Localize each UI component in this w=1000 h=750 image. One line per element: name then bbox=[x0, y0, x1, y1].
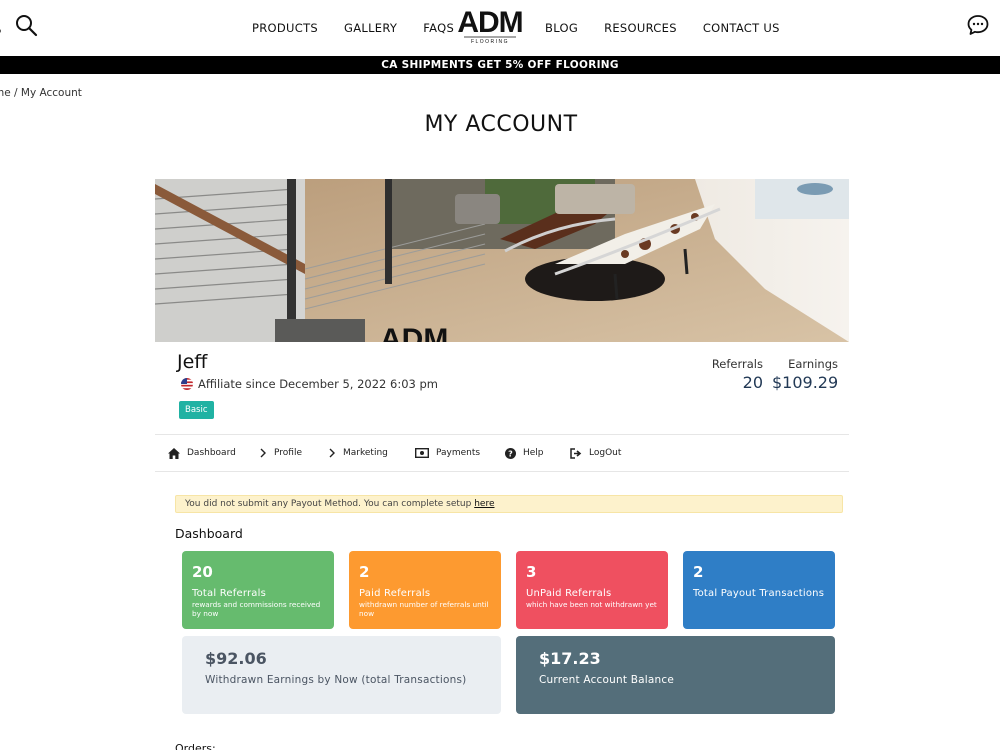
card-label: Paid Referrals bbox=[359, 588, 431, 599]
tab-logout[interactable]: LogOut bbox=[570, 435, 621, 471]
affiliate-name: Jeff bbox=[177, 351, 208, 373]
referrals-label: Referrals bbox=[711, 357, 763, 371]
notice-setup-link[interactable]: here bbox=[474, 499, 494, 509]
card-label: UnPaid Referrals bbox=[526, 588, 612, 599]
chevron-right-icon bbox=[328, 448, 336, 458]
notice-text: You did not submit any Payout Method. Yo… bbox=[185, 499, 475, 509]
withdrawn-amount: $92.06 bbox=[205, 649, 267, 668]
total-payout-transactions-card: 2 Total Payout Transactions bbox=[683, 551, 835, 629]
tab-help[interactable]: ? Help bbox=[505, 435, 544, 471]
svg-text:?: ? bbox=[508, 449, 513, 458]
nav-gallery[interactable]: GALLERY bbox=[344, 21, 397, 35]
adm-flooring-logo[interactable]: ADM FLOORING bbox=[448, 4, 532, 46]
card-label: Total Referrals bbox=[192, 588, 267, 599]
svg-text:FLOORING: FLOORING bbox=[471, 39, 509, 45]
card-number: 2 bbox=[359, 563, 370, 581]
card-subtext: which have been not withdrawn yet bbox=[526, 600, 657, 609]
logout-icon bbox=[570, 447, 582, 459]
tab-payments[interactable]: Payments bbox=[415, 435, 480, 471]
money-icon bbox=[415, 448, 429, 458]
tab-profile-label: Profile bbox=[274, 448, 302, 458]
tab-payments-label: Payments bbox=[436, 448, 481, 458]
referrals-stat: Referrals 20 bbox=[705, 357, 763, 392]
card-number: 3 bbox=[526, 563, 537, 581]
orders-heading: Orders: bbox=[175, 742, 216, 750]
breadcrumb[interactable]: me / My Account bbox=[0, 87, 82, 99]
card-subtext: withdrawn number of referrals until now bbox=[359, 600, 489, 618]
total-referrals-card: 20 Total Referrals rewards and commissio… bbox=[182, 551, 334, 629]
chat-icon[interactable] bbox=[966, 13, 990, 37]
tab-marketing[interactable]: Marketing bbox=[328, 435, 388, 471]
tab-logout-label: LogOut bbox=[589, 448, 622, 458]
card-number: 20 bbox=[192, 563, 213, 581]
promo-banner: CA SHIPMENTS GET 5% OFF FLOORING bbox=[0, 56, 1000, 74]
nav-blog[interactable]: BLOG bbox=[545, 21, 578, 35]
paid-referrals-card: 2 Paid Referrals withdrawn number of ref… bbox=[349, 551, 501, 629]
cart-icon[interactable] bbox=[0, 22, 4, 34]
earnings-value: $109.29 bbox=[772, 373, 839, 392]
main-nav-left: PRODUCTS GALLERY FAQS bbox=[252, 0, 480, 56]
account-tabs: Dashboard Profile Marketing Payments ? H… bbox=[155, 434, 849, 472]
chevron-right-icon bbox=[259, 448, 267, 458]
home-icon bbox=[168, 447, 180, 459]
earnings-label: Earnings bbox=[788, 357, 838, 371]
nav-products[interactable]: PRODUCTS bbox=[252, 21, 318, 35]
tab-dashboard-label: Dashboard bbox=[187, 448, 236, 458]
card-number: 2 bbox=[693, 563, 704, 581]
us-flag-icon bbox=[181, 378, 193, 390]
dashboard-heading: Dashboard bbox=[175, 526, 243, 541]
affiliate-since: Affiliate since December 5, 2022 6:03 pm bbox=[181, 377, 438, 391]
current-balance-card: $17.23 Current Account Balance bbox=[516, 636, 835, 714]
page-title: MY ACCOUNT bbox=[424, 112, 578, 137]
referrals-value: 20 bbox=[742, 373, 763, 392]
balance-amount: $17.23 bbox=[539, 649, 601, 668]
balance-label: Current Account Balance bbox=[539, 674, 674, 686]
withdrawn-earnings-card: $92.06 Withdrawn Earnings by Now (total … bbox=[182, 636, 501, 714]
nav-contact-us[interactable]: CONTACT US bbox=[703, 21, 780, 35]
unpaid-referrals-card: 3 UnPaid Referrals which have been not w… bbox=[516, 551, 668, 629]
tab-profile[interactable]: Profile bbox=[259, 435, 302, 471]
site-header: PRODUCTS GALLERY FAQS ADM FLOORING BLOG … bbox=[0, 0, 1000, 56]
tab-help-label: Help bbox=[523, 448, 544, 458]
payout-method-notice: You did not submit any Payout Method. Yo… bbox=[175, 495, 843, 513]
svg-text:ADM: ADM bbox=[457, 6, 522, 39]
tab-dashboard[interactable]: Dashboard bbox=[168, 435, 236, 471]
main-nav-right: BLOG RESOURCES CONTACT US bbox=[545, 0, 806, 56]
withdrawn-label: Withdrawn Earnings by Now (total Transac… bbox=[205, 674, 467, 686]
svg-text:ADM: ADM bbox=[380, 323, 448, 342]
earnings-stat: Earnings $109.29 bbox=[772, 357, 838, 392]
search-icon[interactable] bbox=[14, 13, 38, 37]
affiliate-since-text: Affiliate since December 5, 2022 6:03 pm bbox=[198, 377, 439, 391]
nav-resources[interactable]: RESOURCES bbox=[604, 21, 677, 35]
account-banner-image: ADM bbox=[155, 179, 849, 342]
help-icon: ? bbox=[505, 447, 516, 459]
card-label: Total Payout Transactions bbox=[693, 588, 825, 599]
tab-marketing-label: Marketing bbox=[343, 448, 388, 458]
card-subtext: rewards and commissions received by now bbox=[192, 600, 321, 618]
plan-badge: Basic bbox=[179, 401, 214, 419]
